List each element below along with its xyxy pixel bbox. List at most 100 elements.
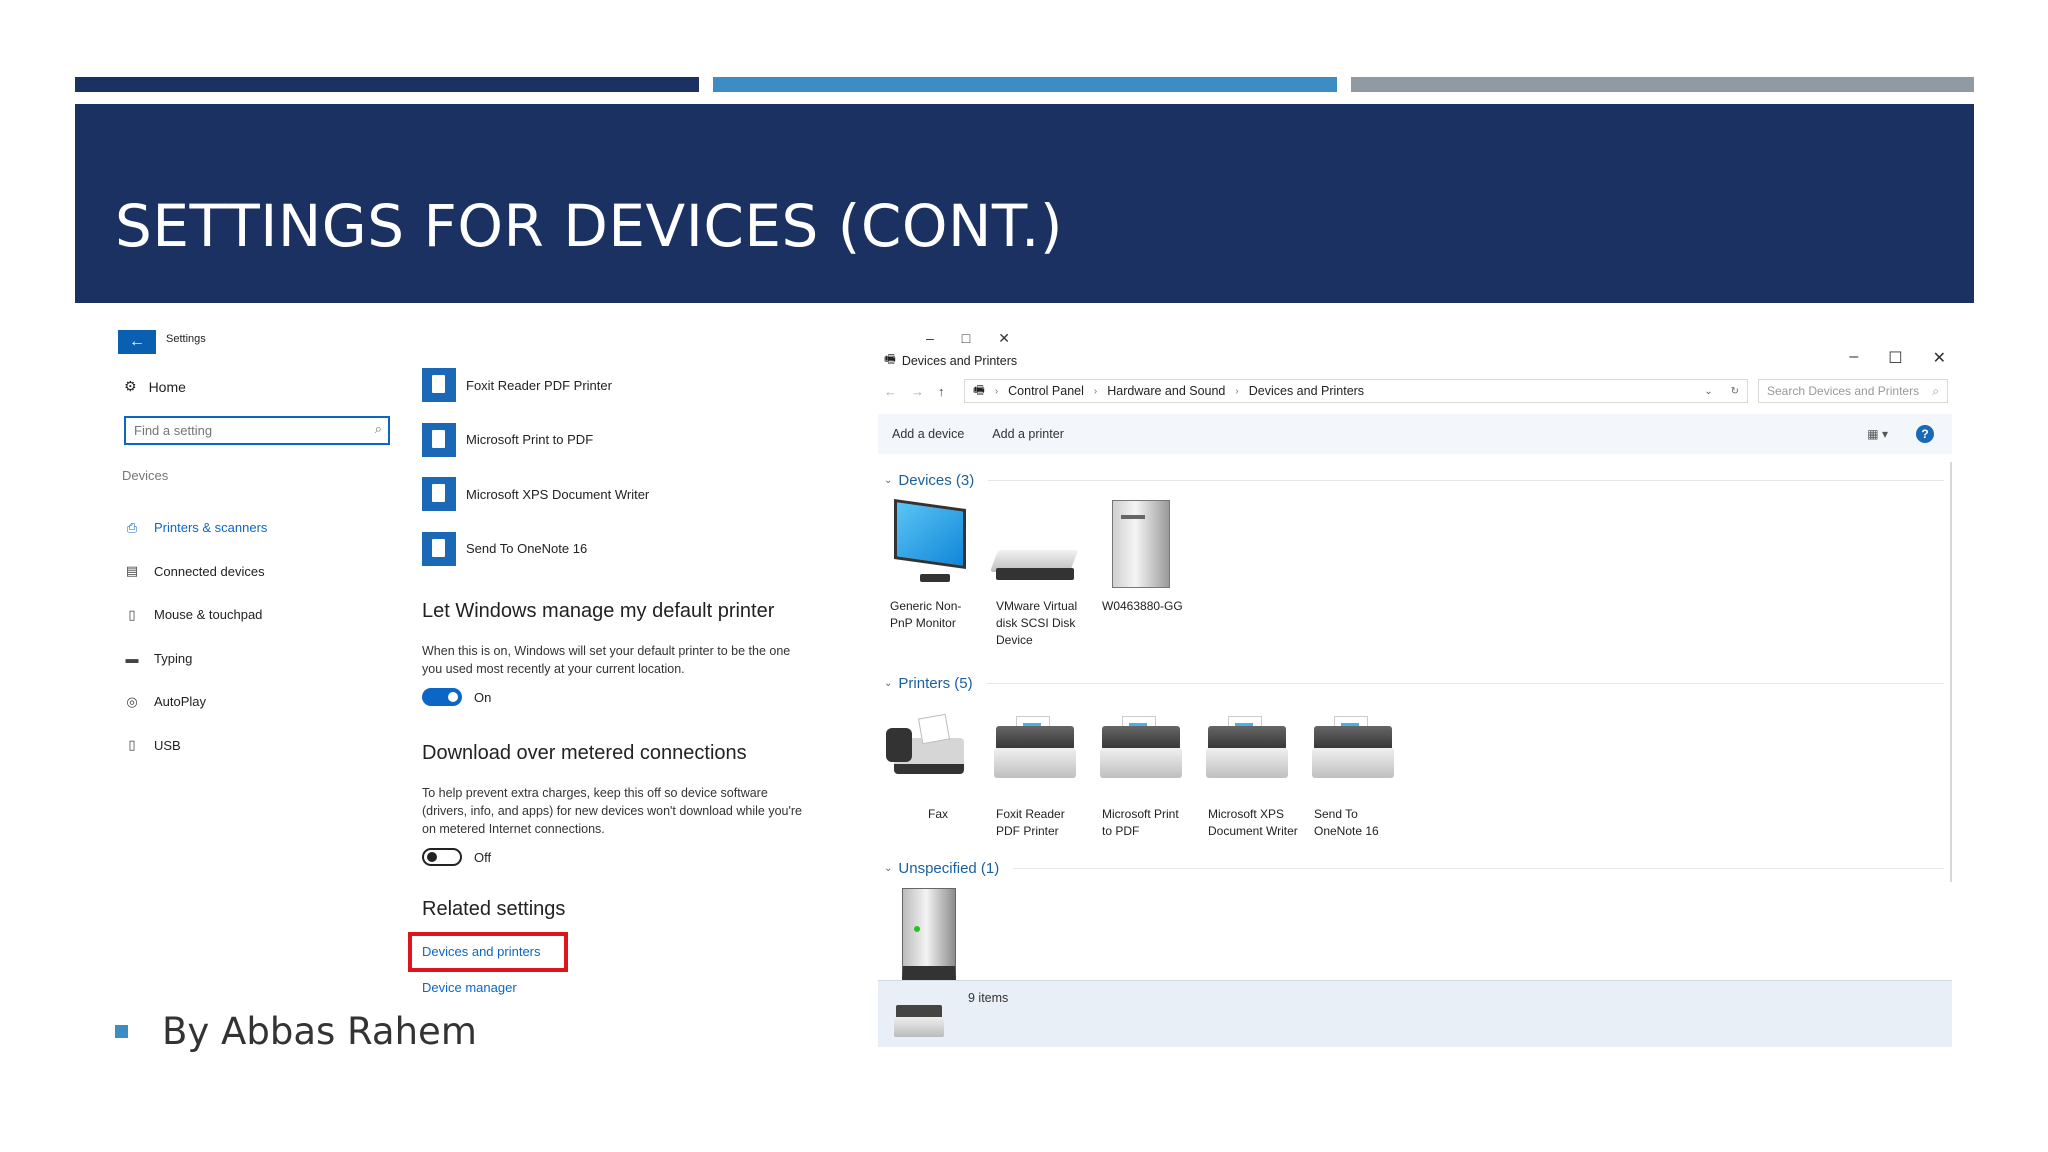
chevron-right-icon: ›	[994, 385, 999, 397]
breadcrumb-item[interactable]: Control Panel	[1008, 384, 1084, 398]
vertical-scrollbar[interactable]	[1950, 462, 1952, 882]
printer-item[interactable]: Send To OneNote 16	[1304, 708, 1404, 840]
refresh-icon[interactable]: ↻	[1731, 386, 1747, 397]
back-button[interactable]: ←	[118, 330, 156, 354]
printer-icon	[422, 368, 456, 403]
devices-and-printers-window: –□✕ 🖷 Devices and Printers – ☐ ✕ ← → ↑ 🖷…	[878, 322, 1952, 1047]
device-item[interactable]: W0463880-GG	[1092, 500, 1192, 615]
sidebar-item-printers-scanners[interactable]: ⎙ Printers & scanners	[124, 506, 268, 550]
printer-icon	[422, 422, 456, 457]
usb-icon: ▯	[128, 737, 136, 753]
maximize-icon[interactable]: □	[962, 330, 998, 346]
device-item[interactable]: VMware Virtual disk SCSI Disk Device	[986, 500, 1086, 649]
devices-search-box[interactable]: Search Devices and Printers ⌕	[1758, 379, 1948, 403]
forward-arrow-icon[interactable]: →	[911, 384, 924, 399]
sidebar-item-mouse-touchpad[interactable]: ▯ Mouse & touchpad	[124, 593, 267, 637]
toggle-state: Off	[474, 849, 492, 865]
home-nav-item[interactable]: ⚙ Home	[124, 378, 186, 395]
back-arrow-icon[interactable]: ←	[884, 384, 897, 399]
byline: By Abbas Rahem	[115, 1010, 477, 1053]
devices-group-header[interactable]: ⌄ Devices (3)	[884, 472, 1944, 489]
metered-toggle[interactable]: Off	[422, 848, 491, 866]
group-label: Unspecified (1)	[898, 860, 1000, 877]
help-icon[interactable]: ?	[1916, 425, 1934, 443]
unspecified-device-item[interactable]	[880, 888, 980, 986]
printer-label: Microsoft XPS Document Writer	[1208, 807, 1298, 838]
printer-icon	[1304, 708, 1394, 798]
default-printer-description: When this is on, Windows will set your d…	[422, 644, 791, 676]
printer-list-item[interactable]: Microsoft Print to PDF	[422, 413, 649, 468]
back-arrow-icon: ←	[129, 333, 145, 350]
sidebar-item-label: USB	[154, 737, 181, 753]
printer-label: Fax	[928, 807, 949, 821]
toggle-switch-on[interactable]	[422, 688, 462, 706]
sidebar-item-typing[interactable]: ▬ Typing	[124, 637, 267, 681]
default-printer-toggle[interactable]: On	[422, 688, 491, 706]
computer-tower-icon	[880, 888, 970, 980]
unspecified-group-header[interactable]: ⌄ Unspecified (1)	[884, 860, 1944, 877]
printers-group-header[interactable]: ⌄ Printers (5)	[884, 675, 1944, 692]
printer-icon	[422, 531, 456, 566]
group-label: Devices (3)	[898, 472, 975, 489]
printer-list-item[interactable]: Send To OneNote 16	[422, 522, 649, 577]
settings-search-box[interactable]: ⌕	[124, 416, 390, 445]
breadcrumb-item[interactable]: Devices and Printers	[1249, 384, 1364, 398]
device-manager-link[interactable]: Device manager	[422, 980, 517, 995]
top-bar-navy	[75, 77, 699, 92]
top-bar-gray	[1351, 77, 1974, 92]
devices-search-placeholder: Search Devices and Printers	[1767, 384, 1920, 398]
printer-icon	[986, 708, 1076, 798]
nav-buttons: ← → ↑	[884, 384, 964, 399]
printer-list-item[interactable]: Foxit Reader PDF Printer	[422, 358, 649, 413]
view-options-icon[interactable]: ▦ ▾	[1867, 427, 1888, 441]
settings-nav: ⎙ Printers & scanners ▤ Connected device…	[124, 506, 268, 768]
home-label: Home	[148, 378, 186, 395]
address-bar-row: ← → ↑ 🖷 › Control Panel › Hardware and S…	[884, 378, 1950, 404]
printer-icon	[1092, 708, 1182, 798]
chevron-down-icon: ⌄	[884, 863, 893, 874]
slide-title: SETTINGS FOR DEVICES (CONT.)	[115, 192, 1064, 260]
sidebar-item-autoplay[interactable]: ◎ AutoPlay	[124, 680, 267, 724]
search-icon: ⌕	[1932, 383, 1939, 398]
autoplay-icon: ◎	[126, 693, 138, 709]
window-controls: – ☐ ✕	[1849, 348, 1946, 368]
up-arrow-icon[interactable]: ↑	[938, 384, 945, 399]
breadcrumb-item[interactable]: Hardware and Sound	[1107, 384, 1225, 398]
default-printer-heading: Let Windows manage my default printer	[422, 600, 775, 622]
close-icon[interactable]: ✕	[1933, 348, 1946, 368]
sidebar-item-connected-devices[interactable]: ▤ Connected devices	[124, 550, 267, 594]
breadcrumb[interactable]: 🖷 › Control Panel › Hardware and Sound ›…	[964, 379, 1748, 403]
settings-search-input[interactable]	[126, 418, 356, 443]
window-title-bar: 🖷 Devices and Printers	[884, 350, 1017, 371]
computer-tower-icon	[1092, 500, 1182, 590]
printer-item[interactable]: Fax	[880, 708, 980, 823]
add-printer-button[interactable]: Add a printer	[992, 427, 1064, 441]
printer-item[interactable]: Microsoft Print to PDF	[1092, 708, 1192, 840]
add-device-button[interactable]: Add a device	[892, 427, 964, 441]
printer-icon: ⎙	[126, 519, 138, 535]
printer-item[interactable]: Foxit Reader PDF Printer	[986, 708, 1086, 840]
sidebar-item-label: Mouse & touchpad	[154, 607, 263, 623]
keyboard-icon: ▬	[125, 650, 139, 666]
metered-heading: Download over metered connections	[422, 742, 747, 764]
minimize-icon[interactable]: –	[1849, 348, 1858, 368]
sidebar-item-label: Connected devices	[154, 563, 265, 579]
minimize-icon[interactable]: –	[926, 330, 962, 346]
maximize-icon[interactable]: ☐	[1888, 348, 1902, 368]
close-icon[interactable]: ✕	[998, 330, 1038, 346]
printer-name: Send To OneNote 16	[466, 541, 588, 557]
sidebar-item-label: Printers & scanners	[154, 520, 268, 536]
chevron-down-icon[interactable]: ⌄	[1704, 386, 1720, 397]
small-window-controls: –□✕	[926, 330, 1038, 347]
sidebar-item-label: Typing	[154, 650, 193, 666]
printer-item[interactable]: Microsoft XPS Document Writer	[1198, 708, 1298, 840]
sidebar-item-usb[interactable]: ▯ USB	[124, 724, 267, 768]
toggle-switch-off[interactable]	[422, 848, 462, 866]
printer-list-item[interactable]: Microsoft XPS Document Writer	[422, 467, 649, 522]
settings-window: ← Settings ⚙ Home ⌕ Devices ⎙ Printers &…	[112, 320, 842, 1010]
chevron-down-icon: ⌄	[884, 475, 893, 486]
device-item[interactable]: Generic Non-PnP Monitor	[880, 498, 980, 632]
bullet-square-icon	[115, 1025, 128, 1038]
gear-icon: ⚙	[124, 378, 137, 394]
printer-label: Microsoft Print to PDF	[1102, 807, 1179, 838]
